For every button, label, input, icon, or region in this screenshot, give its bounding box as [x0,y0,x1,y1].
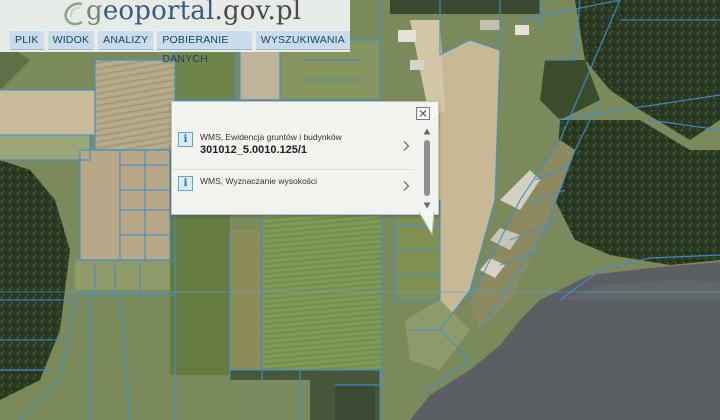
close-button[interactable] [416,107,430,120]
info-icon: i [178,176,193,191]
close-icon [419,110,427,117]
triangle-down-icon[interactable] [423,202,431,209]
menu-item-plik[interactable]: PLIK [10,30,44,50]
result-title: WMS, Wyznaczanie wysokości [200,176,318,186]
main-menu: PLIK WIDOK ANALIZY POBIERANIE DANYCH WYS… [10,30,350,65]
popup-scrollbar[interactable] [422,128,432,212]
triangle-up-icon[interactable] [423,128,431,135]
chevron-right-icon [403,141,410,151]
logo-swirl-icon [64,2,83,26]
info-icon: i [178,132,193,147]
menu-item-wyszukiwania[interactable]: WYSZUKIWANIA [255,30,350,50]
menu-item-analizy[interactable]: ANALIZY [98,30,154,50]
result-row-ewidencja[interactable]: i WMS, Ewidencja gruntów i budynków 3010… [178,128,410,164]
logo-text-domain: .gov.pl [214,0,302,26]
logo-text-eoportal: eoportal [102,0,215,26]
feature-info-popup: i WMS, Ewidencja gruntów i budynków 3010… [171,101,439,215]
menu-item-pobieranie-danych[interactable]: POBIERANIE DANYCH [157,30,252,65]
parcel-id: 301012_5.0010.125/1 [200,144,308,156]
chevron-right-icon [403,181,410,191]
popup-pointer [418,212,435,236]
geoportal-logo[interactable]: geoportal.gov.pl [86,0,301,26]
scroll-thumb[interactable] [424,140,430,196]
menu-item-widok[interactable]: WIDOK [47,30,95,50]
app-header: geoportal.gov.pl PLIK WIDOK ANALIZY POBI… [0,0,350,65]
result-divider [172,169,414,170]
logo-text-g: g [86,0,103,26]
result-row-wysokosci[interactable]: i WMS, Wyznaczanie wysokości [178,172,410,198]
result-title: WMS, Ewidencja gruntów i budynków [200,132,342,142]
